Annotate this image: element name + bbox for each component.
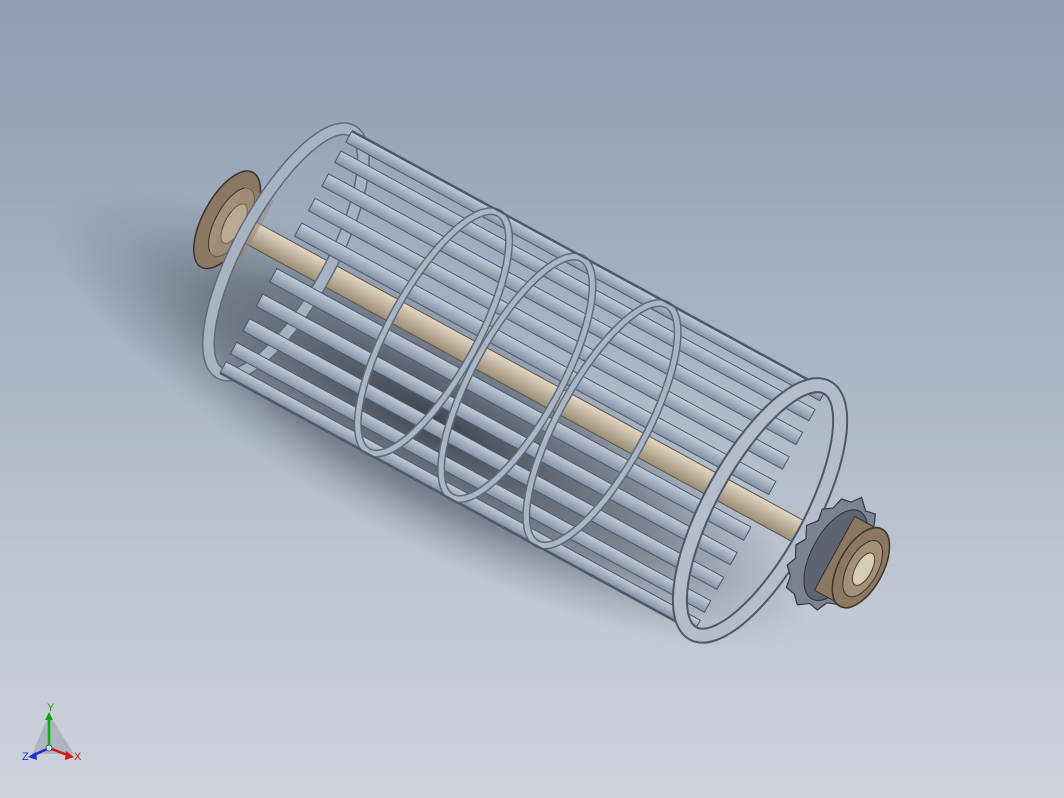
reference-triad: Y X Z [22, 702, 82, 763]
graphics-viewport[interactable]: Y X Z [0, 0, 1064, 798]
model-view[interactable] [0, 0, 1064, 798]
y-axis-label: Y [47, 702, 55, 714]
z-axis-label: Z [22, 751, 29, 763]
x-axis-label: X [74, 751, 82, 763]
